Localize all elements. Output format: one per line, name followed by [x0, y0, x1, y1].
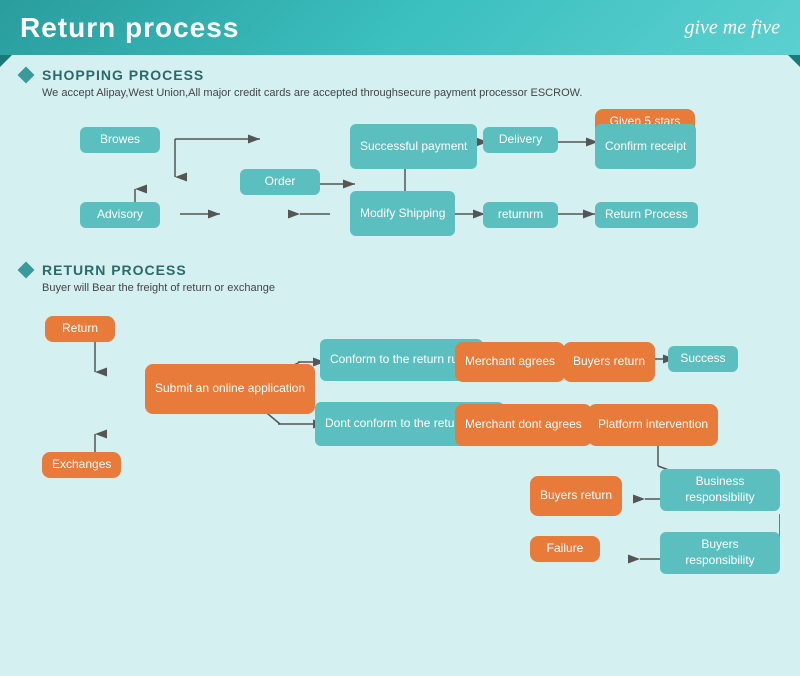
returnrm-box: returnrm — [483, 202, 558, 228]
business-responsibility-box: Business responsibility — [660, 469, 780, 511]
return-diagram: Return Exchanges Submit an online applic… — [20, 304, 780, 564]
return-title: RETURN PROCESS — [42, 262, 187, 278]
failure-box: Failure — [530, 536, 600, 562]
diamond-icon-2 — [18, 262, 35, 279]
return-process-box: Return Process — [595, 202, 698, 228]
buyers-responsibility-box: Buyers responsibility — [660, 532, 780, 574]
browes-box: Browes — [80, 127, 160, 153]
shopping-title: SHOPPING PROCESS — [42, 67, 204, 83]
advisory-box: Advisory — [80, 202, 160, 228]
submit-online-box: Submit an online application — [145, 364, 315, 414]
platform-intervention-box: Platform intervention — [588, 404, 718, 446]
ribbon-left — [0, 55, 12, 67]
diamond-icon — [18, 67, 35, 84]
page-title: Return process — [20, 12, 239, 44]
shopping-section-header: SHOPPING PROCESS — [20, 67, 780, 83]
ribbon-right — [788, 55, 800, 67]
merchant-dont-agrees-box: Merchant dont agrees — [455, 404, 592, 446]
logo-text: give me five — [685, 16, 781, 39]
buyers-return-2-box: Buyers return — [530, 476, 622, 516]
exchanges-box: Exchanges — [42, 452, 121, 478]
success-box: Success — [668, 346, 738, 372]
main-content: SHOPPING PROCESS We accept Alipay,West U… — [0, 55, 800, 676]
merchant-agrees-box: Merchant agrees — [455, 342, 565, 382]
return-subtitle: Buyer will Bear the freight of return or… — [42, 282, 780, 294]
return-button-box: Return — [45, 316, 115, 342]
modify-shipping-box: Modify Shipping — [350, 191, 455, 236]
shopping-diagram: Given 5 stars Browes Successful payment … — [20, 109, 780, 254]
buyers-return-1-box: Buyers return — [563, 342, 655, 382]
confirm-receipt-box: Confirm receipt — [595, 124, 696, 169]
successful-payment-box: Successful payment — [350, 124, 477, 169]
return-section-header: RETURN PROCESS — [20, 262, 780, 278]
delivery-box: Delivery — [483, 127, 558, 153]
shopping-subtitle: We accept Alipay,West Union,All major cr… — [42, 87, 780, 99]
order-box: Order — [240, 169, 320, 195]
header: Return process give me five — [0, 0, 800, 55]
